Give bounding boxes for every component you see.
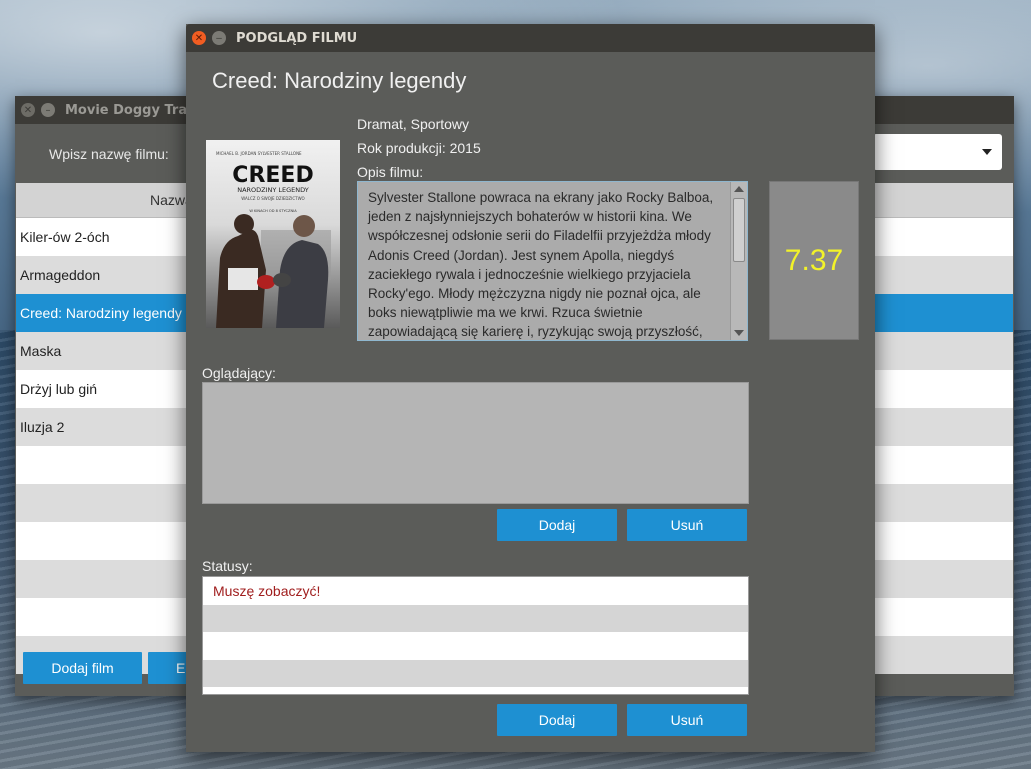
poster-tagline: WALCZ O SWOJE DZIEDZICTWO [241,196,304,201]
movie-poster: MICHAEL B. JORDAN SYLVESTER STALLONE CRE… [206,140,340,328]
table-cell-name[interactable]: Iluzja 2 [20,419,64,435]
dialog-title: PODGLĄD FILMU [236,30,358,46]
add-viewer-button[interactable]: Dodaj [497,509,617,541]
list-item[interactable] [203,632,748,660]
chevron-down-icon[interactable] [982,149,992,155]
rating-display: 7.37 [769,181,859,340]
close-icon[interactable]: ✕ [21,103,35,117]
scrollbar-thumb[interactable] [733,198,745,262]
poster-image: MICHAEL B. JORDAN SYLVESTER STALLONE CRE… [206,140,340,328]
description-textarea[interactable]: Sylvester Stallone powraca na ekrany jak… [357,181,748,341]
search-combobox[interactable] [873,134,1002,170]
scroll-down-icon[interactable] [734,330,744,336]
viewers-list[interactable] [202,382,749,504]
viewers-label: Oglądający: [202,365,276,381]
main-window-title: Movie Doggy Tra [65,102,188,118]
poster-subtitle: NARODZINY LEGENDY [237,186,309,194]
poster-release-date: W KINACH OD 8 STYCZNIA [249,209,297,213]
minimize-icon[interactable]: – [212,31,226,45]
description-text[interactable]: Sylvester Stallone powraca na ekrany jak… [368,188,722,340]
dialog-titlebar[interactable]: ✕ – PODGLĄD FILMU [186,24,875,52]
list-item[interactable]: Muszę zobaczyć! [203,577,748,605]
movie-title: Creed: Narodziny legendy [212,68,467,93]
remove-status-button[interactable]: Usuń [627,704,747,736]
statuses-list[interactable]: Muszę zobaczyć! [202,576,749,695]
table-cell-name[interactable]: Drżyj lub giń [20,381,97,397]
table-cell-name[interactable]: Armageddon [20,267,100,283]
list-item[interactable] [203,604,748,632]
close-icon[interactable]: ✕ [192,31,206,45]
statuses-label: Statusy: [202,558,253,574]
description-label: Opis filmu: [357,164,424,180]
table-cell-name[interactable]: Creed: Narodziny legendy [20,305,182,321]
movie-year: Rok produkcji: 2015 [357,140,481,156]
list-item[interactable] [203,659,748,687]
movie-genres: Dramat, Sportowy [357,116,470,132]
scroll-up-icon[interactable] [734,186,744,192]
poster-title: CREED [232,163,313,188]
movie-preview-dialog: ✕ – PODGLĄD FILMU Creed: Narodziny legen… [186,24,875,752]
description-scrollbar[interactable] [730,182,747,340]
add-movie-button[interactable]: Dodaj film [23,652,142,684]
minimize-icon[interactable]: – [41,103,55,117]
poster-actor-names: MICHAEL B. JORDAN SYLVESTER STALLONE [216,151,302,156]
table-cell-name[interactable]: Maska [20,343,61,359]
search-label: Wpisz nazwę filmu: [49,146,169,162]
status-text[interactable]: Muszę zobaczyć! [213,583,320,599]
remove-viewer-button[interactable]: Usuń [627,509,747,541]
add-status-button[interactable]: Dodaj [497,704,617,736]
table-cell-name[interactable]: Kiler-ów 2-óch [20,229,109,245]
